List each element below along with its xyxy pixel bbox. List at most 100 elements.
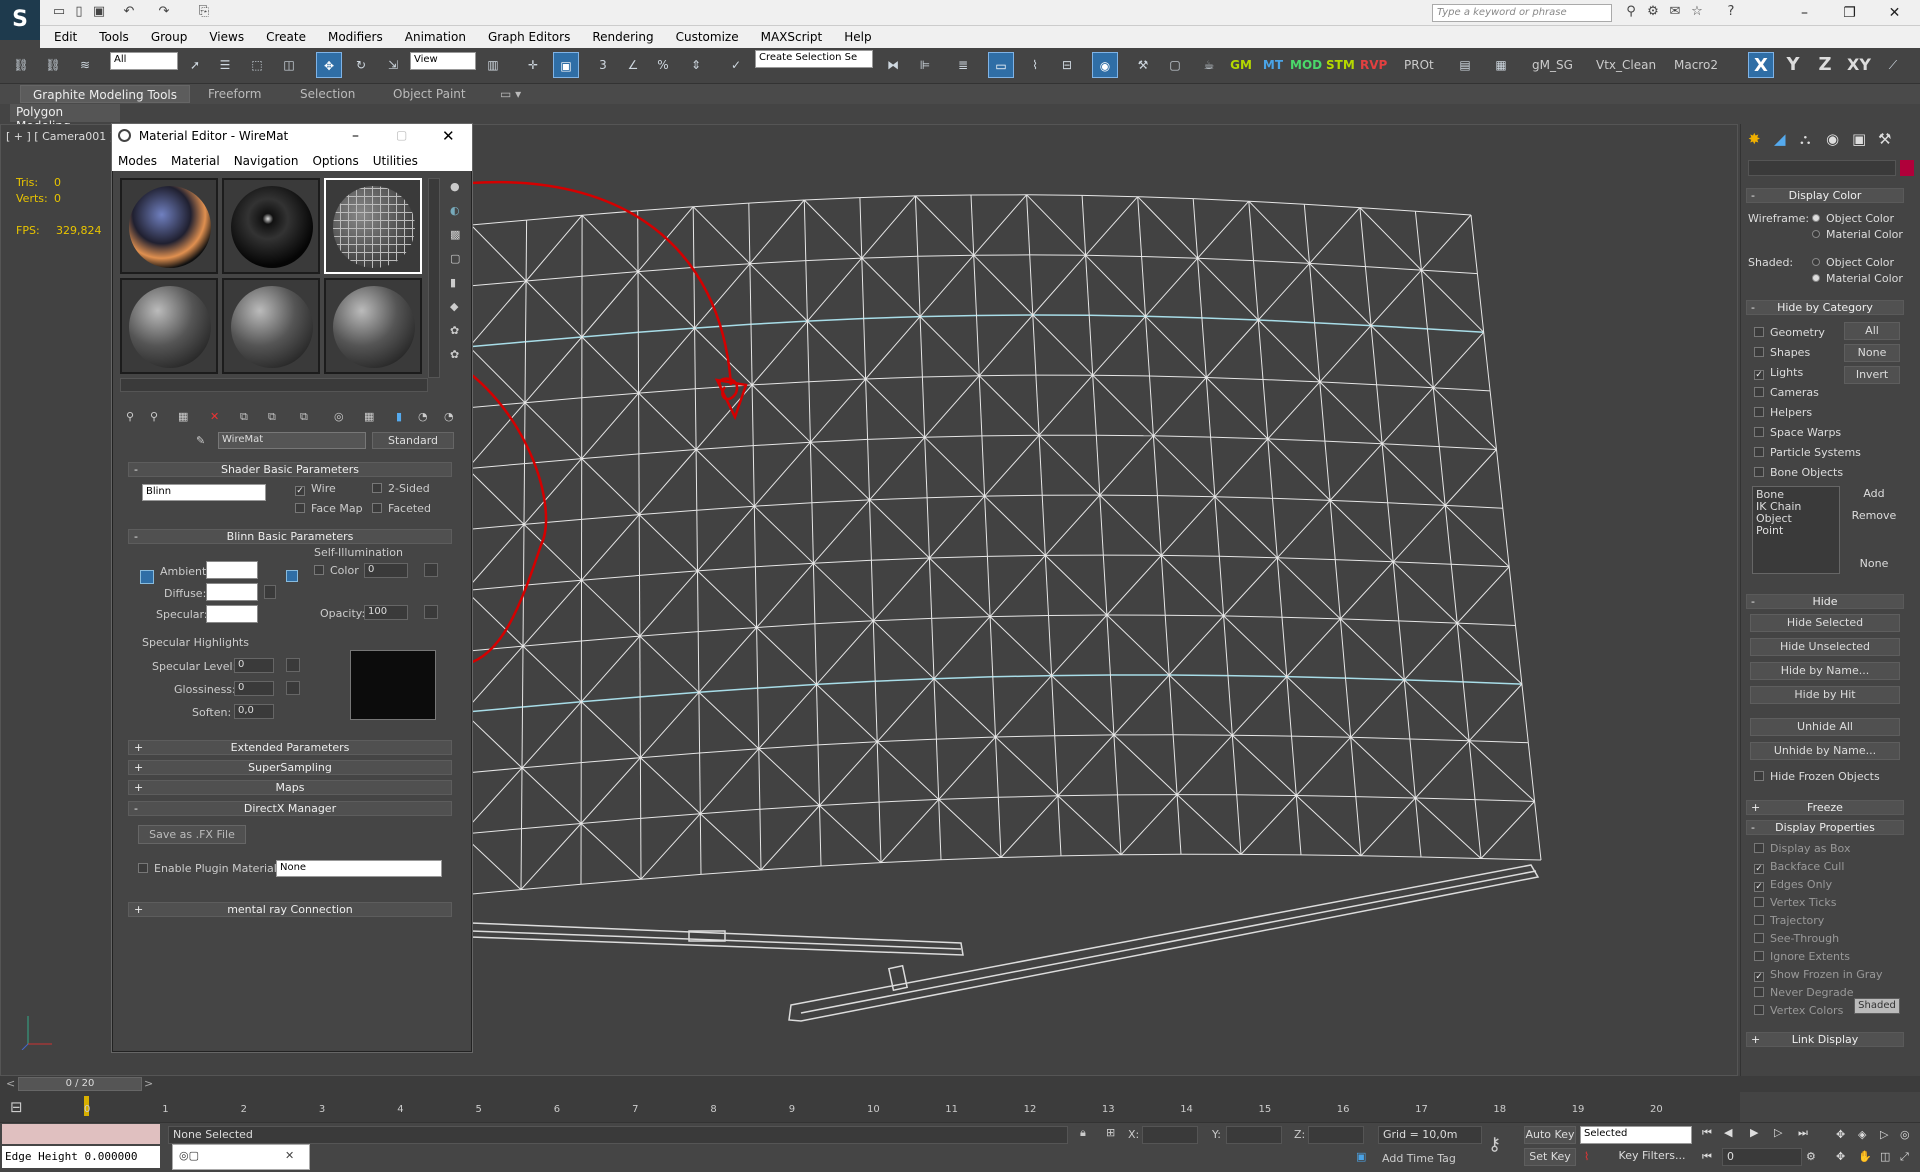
- time-tag-icon[interactable]: ▣: [1356, 1150, 1366, 1163]
- options-icon[interactable]: ✿: [450, 324, 459, 337]
- me-maximize-button[interactable]: ▢: [396, 128, 407, 142]
- ribbon-toggle-icon[interactable]: ▭: [988, 52, 1014, 78]
- category-none-button[interactable]: None: [1844, 344, 1900, 362]
- axis-y-button[interactable]: Y: [1780, 52, 1806, 78]
- display-prop-backface-cull[interactable]: ✓ Backface Cull: [1754, 860, 1844, 874]
- plugin-material-dropdown[interactable]: None: [276, 860, 442, 877]
- search-input[interactable]: Type a keyword or phrase: [1432, 4, 1612, 22]
- key-mode-toggle-icon[interactable]: ⏮: [1702, 1150, 1712, 1164]
- key-icon[interactable]: ⚷: [1488, 1134, 1501, 1155]
- video-color-icon[interactable]: ▮: [450, 276, 456, 289]
- vtx-clean-button[interactable]: Vtx_Clean: [1596, 52, 1656, 78]
- axis-xy-button[interactable]: XY: [1846, 52, 1872, 78]
- make-unique-icon[interactable]: ⧉: [268, 410, 276, 424]
- me-close-button[interactable]: ✕: [442, 127, 455, 145]
- faceted-checkbox[interactable]: Faceted: [372, 502, 431, 515]
- menu-animation[interactable]: Animation: [405, 30, 466, 44]
- opacity-spinner[interactable]: 100: [364, 605, 408, 620]
- unhide-all-button[interactable]: Unhide All: [1750, 718, 1900, 736]
- render-setup-icon[interactable]: ⚒: [1130, 52, 1156, 78]
- diffuse-map-button[interactable]: [264, 585, 276, 599]
- unhide-by-name-button[interactable]: Unhide by Name...: [1750, 742, 1900, 760]
- glossiness-spinner[interactable]: 0: [234, 681, 274, 696]
- subscription-icon[interactable]: ⚙: [1644, 3, 1662, 21]
- tex-tool-icon[interactable]: ▤: [1452, 52, 1478, 78]
- add-time-tag[interactable]: Add Time Tag: [1382, 1152, 1456, 1165]
- material-slot-5[interactable]: [222, 278, 320, 374]
- field-of-view-icon[interactable]: ▷: [1880, 1128, 1888, 1141]
- material-name-field[interactable]: WireMat: [218, 432, 366, 449]
- material-slot-1[interactable]: [120, 178, 218, 274]
- key-mode-dropdown[interactable]: Selected: [1580, 1126, 1692, 1144]
- display-prop-edges-only[interactable]: ✓ Edges Only: [1754, 878, 1832, 892]
- display-tab-icon[interactable]: ▣: [1852, 130, 1866, 148]
- hide-by-hit-button[interactable]: Hide by Hit: [1750, 686, 1900, 704]
- project-icon[interactable]: ⎘: [195, 3, 213, 21]
- category-checkbox-space-warps[interactable]: Space Warps: [1754, 426, 1841, 439]
- menu-help[interactable]: Help: [844, 30, 871, 44]
- category-listbox[interactable]: Bone IK Chain Object Point: [1752, 486, 1840, 574]
- play-icon[interactable]: ▶: [1750, 1126, 1758, 1139]
- put-to-library-icon[interactable]: ⧉: [300, 410, 308, 424]
- key-tangent-icon[interactable]: ⌇: [1584, 1150, 1589, 1163]
- hide-selected-button[interactable]: Hide Selected: [1750, 614, 1900, 632]
- material-slot-4[interactable]: [120, 278, 218, 374]
- slots-h-scrollbar[interactable]: [120, 378, 428, 392]
- menu-graph-editors[interactable]: Graph Editors: [488, 30, 570, 44]
- backlight-icon[interactable]: ◐: [450, 204, 460, 217]
- maps-rollout[interactable]: + Maps: [128, 780, 452, 795]
- category-checkbox-helpers[interactable]: Helpers: [1754, 406, 1812, 419]
- utilities-tab-icon[interactable]: ⚒: [1878, 130, 1891, 148]
- taskbar-window[interactable]: ◎▢ ✕: [172, 1144, 310, 1170]
- shader-type-dropdown[interactable]: Blinn: [142, 484, 266, 501]
- spec-level-map-button[interactable]: [286, 658, 300, 672]
- lock-diffuse-specular-icon[interactable]: [286, 570, 298, 582]
- menu-tools[interactable]: Tools: [99, 30, 129, 44]
- tab-freeform[interactable]: Freeform: [208, 85, 261, 103]
- me-menu-material[interactable]: Material: [171, 154, 220, 168]
- save-fx-button[interactable]: Save as .FX File: [138, 825, 246, 844]
- redo-icon[interactable]: ↷: [155, 3, 173, 21]
- uv-tiling-icon[interactable]: ▢: [450, 252, 460, 265]
- taskbar-close-icon[interactable]: ✕: [285, 1149, 294, 1162]
- snap-toggle-icon[interactable]: 3: [590, 52, 616, 78]
- material-slot-6[interactable]: [324, 278, 422, 374]
- maxscript-listener-mini[interactable]: [2, 1124, 160, 1144]
- wireframe-material-color-radio[interactable]: Material Color: [1812, 228, 1903, 241]
- category-checkbox-geometry[interactable]: Geometry: [1754, 326, 1825, 339]
- select-by-material-icon[interactable]: ✿: [450, 348, 459, 361]
- slots-scrollbar[interactable]: [428, 178, 440, 378]
- self-illum-spinner[interactable]: 0: [364, 563, 408, 578]
- auto-key-button[interactable]: Auto Key: [1524, 1126, 1576, 1144]
- named-selection-dropdown[interactable]: Create Selection Se: [755, 50, 873, 68]
- select-by-name-icon[interactable]: ☰: [212, 52, 238, 78]
- bind-space-warp-icon[interactable]: ≋: [72, 52, 98, 78]
- category-remove-button[interactable]: Remove: [1846, 508, 1902, 526]
- wireframe-object-color-radio[interactable]: Object Color: [1812, 212, 1894, 225]
- me-menu-utilities[interactable]: Utilities: [373, 154, 418, 168]
- stm-button[interactable]: STM: [1326, 52, 1355, 78]
- rotate-icon[interactable]: ↻: [348, 52, 374, 78]
- shaded-object-color-radio[interactable]: Object Color: [1812, 256, 1894, 269]
- macro2-button[interactable]: Macro2: [1674, 52, 1718, 78]
- put-to-scene-icon[interactable]: ⚲: [150, 410, 158, 423]
- two-sided-checkbox[interactable]: 2-Sided: [372, 482, 430, 495]
- menu-modifiers[interactable]: Modifiers: [328, 30, 383, 44]
- category-checkbox-cameras[interactable]: Cameras: [1754, 386, 1819, 399]
- material-id-icon[interactable]: ◎: [334, 410, 344, 423]
- reset-material-icon[interactable]: ✕: [210, 410, 219, 423]
- rendered-frame-icon[interactable]: ▢: [1162, 52, 1188, 78]
- maximize-button[interactable]: ❐: [1827, 0, 1872, 26]
- axis-x-button[interactable]: X: [1748, 52, 1774, 78]
- new-file-icon[interactable]: ▭: [50, 3, 68, 21]
- material-type-button[interactable]: Standard: [372, 432, 454, 449]
- go-to-end-icon[interactable]: ⏭: [1798, 1126, 1808, 1140]
- arc-rotate-icon[interactable]: ✋: [1858, 1150, 1872, 1163]
- pivot-center-icon[interactable]: ▥: [480, 52, 506, 78]
- category-add-button[interactable]: Add: [1846, 486, 1902, 504]
- walk-through-icon[interactable]: ✥: [1836, 1150, 1845, 1163]
- ambient-color-swatch[interactable]: [206, 561, 258, 579]
- select-manipulate-icon[interactable]: ✛: [520, 52, 546, 78]
- category-checkbox-lights[interactable]: ✓ Lights: [1754, 366, 1803, 380]
- go-to-start-icon[interactable]: ⏮: [1702, 1126, 1712, 1140]
